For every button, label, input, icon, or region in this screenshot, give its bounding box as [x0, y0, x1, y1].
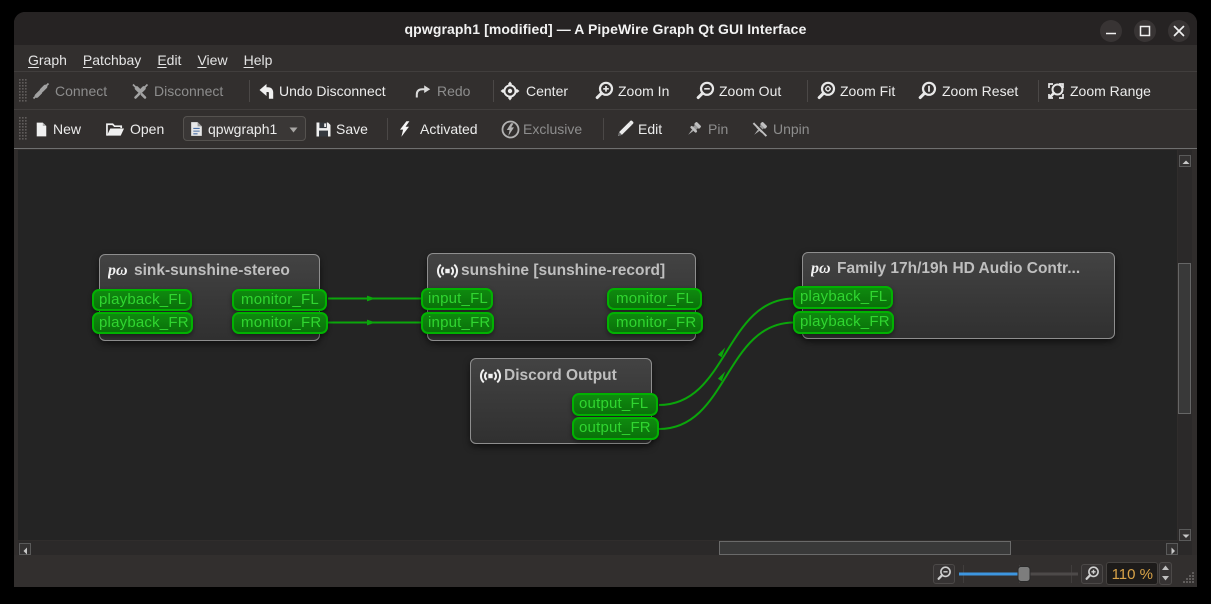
- svg-text:pω: pω: [811, 260, 831, 277]
- svg-text:pω: pω: [108, 262, 128, 279]
